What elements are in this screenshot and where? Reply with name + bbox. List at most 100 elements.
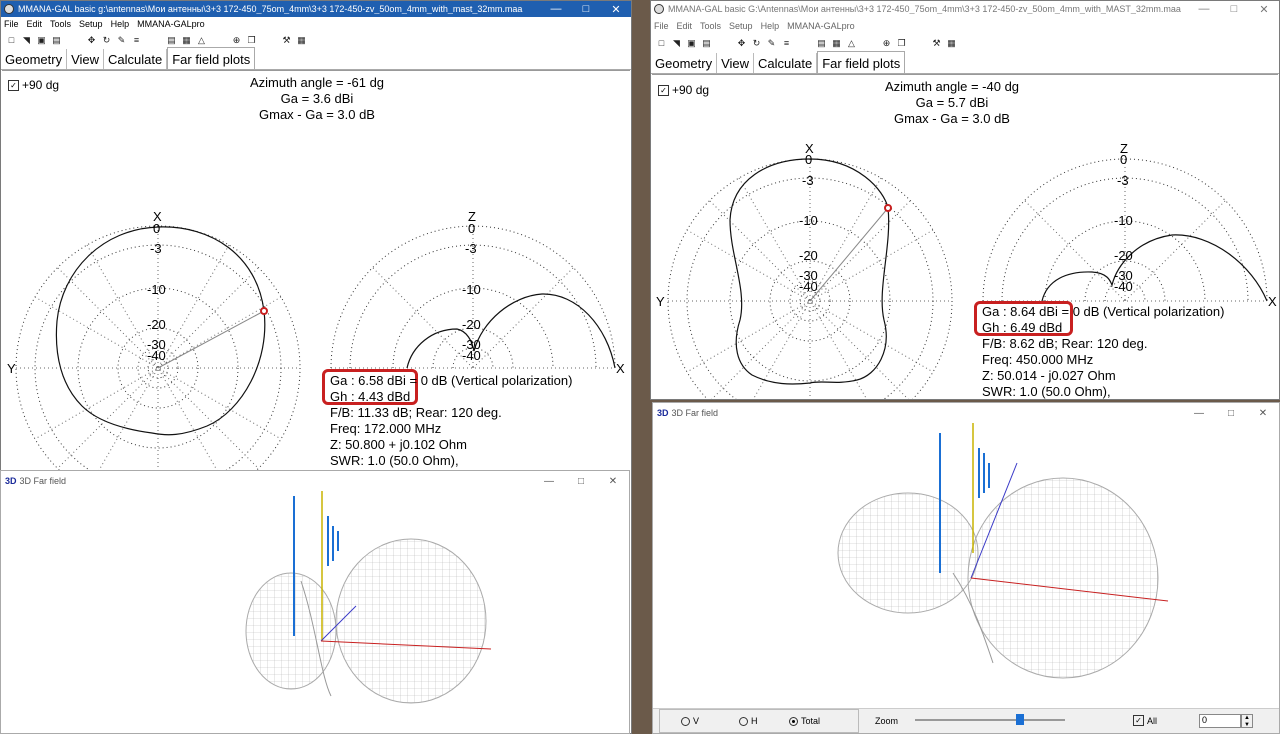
radio-h-label: H (751, 716, 758, 726)
tab-far-field-plots[interactable]: Far field plots (817, 51, 906, 73)
maximize-icon[interactable]: □ (1219, 1, 1249, 17)
right-el-tick-20: -20 (1114, 248, 1133, 263)
left-elevation-pattern (406, 293, 616, 369)
radio-v[interactable]: V (681, 716, 699, 726)
tab-calculate[interactable]: Calculate (104, 49, 168, 69)
tab-geometry[interactable]: Geometry (1, 49, 68, 69)
tab-calculate[interactable]: Calculate (754, 53, 818, 73)
left-title-bar[interactable]: MMANA-GAL basic g:\antennas\Мои антенны\… (1, 1, 631, 17)
left-el-tick-10: -10 (462, 282, 481, 297)
left-az-tick-0: 0 (153, 221, 161, 236)
tools-icon[interactable]: ⚒ (930, 37, 943, 49)
edit-icon[interactable]: ✎ (115, 34, 128, 46)
close-icon[interactable]: ✕ (1249, 1, 1279, 17)
menu-help[interactable]: Help (761, 21, 780, 31)
left-freq-info: Freq: 172.000 MHz (330, 421, 442, 436)
document-icon[interactable]: ▤ (700, 37, 713, 49)
radio-h-circle (739, 716, 748, 726)
right-plot-area: ✓ +90 dg Azimuth angle = -40 dg Ga = 5.7… (652, 74, 1278, 399)
tab-view[interactable]: View (67, 49, 105, 69)
right-az-axis-y: Y (656, 294, 665, 309)
maximize-icon[interactable]: □ (571, 1, 601, 17)
right-3d-lobe (837, 477, 1159, 679)
right-az-tick-0: 0 (805, 152, 813, 167)
grid-icon[interactable]: ▦ (180, 34, 193, 46)
open-folder-icon[interactable]: ◥ (670, 37, 683, 49)
menu-file[interactable]: File (654, 21, 669, 31)
menu-mmana-galpro[interactable]: MMANA-GALpro (137, 19, 205, 29)
radio-h[interactable]: H (739, 716, 758, 726)
target-icon[interactable]: ⊕ (880, 37, 893, 49)
left-az-tick-20: -20 (147, 317, 166, 332)
right-fb-info: F/B: 8.62 dB; Rear: 120 deg. (982, 336, 1148, 351)
grid-icon[interactable]: ▦ (830, 37, 843, 49)
menu-tools[interactable]: Tools (50, 19, 71, 29)
spin-arrows-icon[interactable]: ▲ ▼ (1241, 714, 1253, 728)
new-file-icon[interactable]: □ (655, 37, 668, 49)
tab-view[interactable]: View (717, 53, 755, 73)
app-icon (654, 4, 664, 14)
edit-icon[interactable]: ✎ (765, 37, 778, 49)
menu-help[interactable]: Help (111, 19, 130, 29)
menu-edit[interactable]: Edit (677, 21, 693, 31)
calculator-icon[interactable]: ▦ (295, 34, 308, 46)
right-elevation-pattern (1041, 234, 1268, 302)
list-icon[interactable]: ≡ (130, 34, 143, 46)
right-main-window: MMANA-GAL basic G:\Antennas\Мои антенны\… (650, 0, 1280, 400)
open-folder-icon[interactable]: ◥ (20, 34, 33, 46)
copy-icon[interactable]: ❐ (245, 34, 258, 46)
right-azimuth-marker[interactable] (884, 204, 892, 212)
right-title-bar[interactable]: MMANA-GAL basic G:\Antennas\Мои антенны\… (651, 1, 1279, 17)
left-z-info: Z: 50.800 + j0.102 Ohm (330, 437, 467, 452)
new-file-icon[interactable]: □ (5, 34, 18, 46)
menu-setup[interactable]: Setup (729, 21, 753, 31)
triangle-icon[interactable]: △ (195, 34, 208, 46)
left-el-tick-40: -40 (462, 348, 481, 363)
left-3d-far-field-window: 3D 3D Far field — □ ✕ (0, 470, 630, 734)
radio-total-circle (789, 716, 798, 726)
menu-tools[interactable]: Tools (700, 21, 721, 31)
list-icon[interactable]: ≡ (780, 37, 793, 49)
right-toolbar: □ ◥ ▣ ▤ ✥ ↻ ✎ ≡ ▤ ▦ △ ⊕ ❐ ⚒ ▦ (651, 35, 1279, 51)
left-toolbar: □ ◥ ▣ ▤ ✥ ↻ ✎ ≡ ▤ ▦ △ ⊕ ❐ ⚒ ▦ (1, 32, 631, 48)
all-checkbox[interactable]: ✓ All (1133, 715, 1157, 726)
tab-geometry[interactable]: Geometry (651, 53, 718, 73)
left-azimuth-marker[interactable] (260, 307, 268, 315)
right-tabs: Geometry View Calculate Far field plots (651, 51, 1279, 74)
zoom-slider[interactable] (915, 714, 1065, 725)
target-icon[interactable]: ⊕ (230, 34, 243, 46)
left-fb-info: F/B: 11.33 dB; Rear: 120 deg. (330, 405, 502, 420)
menu-file[interactable]: File (4, 19, 19, 29)
document-icon[interactable]: ▤ (50, 34, 63, 46)
tab-far-field-plots[interactable]: Far field plots (167, 47, 256, 69)
radio-total[interactable]: Total (789, 716, 820, 726)
move-icon[interactable]: ✥ (735, 37, 748, 49)
right-ga-info: Ga : 8.64 dBi = 0 dB (Vertical polarizat… (982, 304, 1225, 319)
left-swr-info: SWR: 1.0 (50.0 Ohm), (330, 453, 459, 468)
rotate-icon[interactable]: ↻ (100, 34, 113, 46)
menu-edit[interactable]: Edit (27, 19, 43, 29)
all-label: All (1147, 715, 1158, 726)
close-icon[interactable]: ✕ (601, 1, 631, 17)
move-icon[interactable]: ✥ (85, 34, 98, 46)
menu-mmana-galpro[interactable]: MMANA-GALpro (787, 21, 855, 31)
minimize-icon[interactable]: — (1189, 1, 1219, 17)
left-3d-view (245, 491, 492, 704)
right-el-tick-40: -40 (1114, 279, 1133, 294)
calculator-icon[interactable]: ▦ (945, 37, 958, 49)
copy-icon[interactable]: ❐ (895, 37, 908, 49)
left-el-tick-20: -20 (462, 317, 481, 332)
left-tabs: Geometry View Calculate Far field plots (1, 47, 631, 70)
save-icon[interactable]: ▣ (685, 37, 698, 49)
radio-v-label: V (693, 716, 700, 726)
page-icon[interactable]: ▤ (815, 37, 828, 49)
triangle-icon[interactable]: △ (845, 37, 858, 49)
zoom-slider-thumb[interactable] (1016, 714, 1024, 725)
tools-icon[interactable]: ⚒ (280, 34, 293, 46)
page-icon[interactable]: ▤ (165, 34, 178, 46)
rotate-icon[interactable]: ↻ (750, 37, 763, 49)
save-icon[interactable]: ▣ (35, 34, 48, 46)
minimize-icon[interactable]: — (541, 1, 571, 17)
spin-input[interactable]: 0 (1199, 714, 1241, 728)
menu-setup[interactable]: Setup (79, 19, 103, 29)
